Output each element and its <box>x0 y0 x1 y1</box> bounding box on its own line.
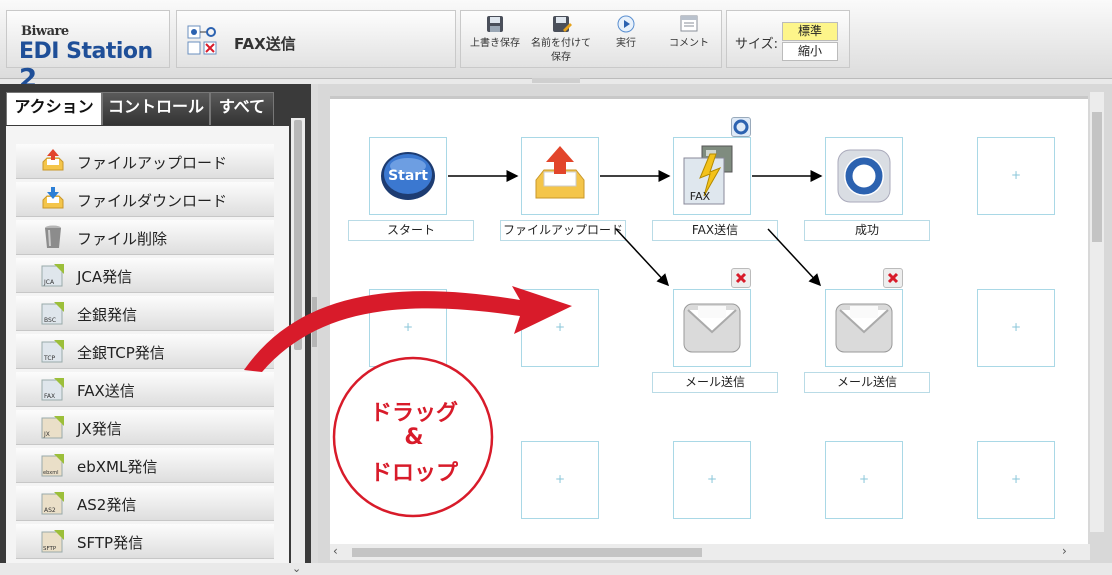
trash-can-icon <box>45 225 61 248</box>
action-item-as2[interactable]: AS2 AS2発信 <box>16 486 274 521</box>
canvas-vertical-scrollbar[interactable] <box>1090 92 1104 532</box>
action-item-jx[interactable]: JX JX発信 <box>16 410 274 445</box>
fax-icon-text: FAX <box>44 393 55 400</box>
scrollbar-thumb[interactable] <box>1092 112 1102 242</box>
panel-splitter[interactable] <box>311 84 318 563</box>
zengin-bsc-icon: BSC <box>41 302 64 325</box>
header-collapse-handle[interactable] <box>532 78 580 83</box>
jx-icon: JX <box>41 416 64 439</box>
action-label: JCA発信 <box>77 268 133 286</box>
action-label: SFTP発信 <box>77 534 144 552</box>
ebxml-icon-text: ebxml <box>43 470 58 476</box>
tcp-icon-text: TCP <box>43 355 56 362</box>
comment-label: コメント <box>669 38 709 49</box>
action-item-file-download[interactable]: ファイルダウンロード <box>16 182 274 217</box>
page-title: FAX送信 <box>234 35 296 53</box>
as2-icon: AS2 <box>41 492 64 515</box>
scroll-left-arrow-icon[interactable]: ‹ <box>333 544 338 558</box>
jca-icon: JCA <box>41 264 64 287</box>
action-item-file-upload[interactable]: ファイルアップロード <box>16 144 274 179</box>
bsc-icon-text: BSC <box>44 317 56 324</box>
drag-drop-text-line1: ドラッグ <box>369 401 458 426</box>
tab-actions[interactable]: アクション <box>6 92 102 125</box>
canvas-horizontal-scrollbar[interactable]: ‹ › <box>330 544 1090 560</box>
action-item-file-delete[interactable]: ファイル削除 <box>16 220 274 255</box>
action-label: FAX送信 <box>77 382 135 400</box>
tab-controls[interactable]: コントロール <box>102 92 210 125</box>
drag-drop-text-line2: & <box>404 425 424 450</box>
flow-canvas-area: Start スタート ファイルアップロード FAX FAX送信 成功 + + +… <box>318 84 1112 563</box>
scrollbar-thumb[interactable] <box>352 548 702 557</box>
action-label: 全銀TCP発信 <box>77 344 165 362</box>
action-label: 全銀発信 <box>77 306 138 324</box>
action-item-ebxml[interactable]: ebxml ebXML発信 <box>16 448 274 483</box>
action-label: ファイル削除 <box>77 230 168 248</box>
logo-product-name: EDI Station <box>19 39 153 64</box>
file-download-icon <box>42 187 64 209</box>
floppy-save-as-icon <box>553 16 572 32</box>
action-label: ファイルアップロード <box>77 154 228 172</box>
run-label: 実行 <box>616 38 636 49</box>
action-item-zengin-tcp[interactable]: TCP 全銀TCP発信 <box>16 334 274 369</box>
scroll-down-arrow-icon[interactable]: ⌄ <box>292 562 301 575</box>
action-item-fax[interactable]: FAX FAX送信 <box>16 372 274 407</box>
size-option-standard[interactable]: 標準 <box>782 22 838 41</box>
save-as-label: 名前を付けて保存 <box>531 38 591 63</box>
connector-upload-to-mail[interactable] <box>615 228 670 287</box>
sftp-icon: SFTP <box>41 530 64 553</box>
flow-design-icon <box>187 25 217 55</box>
size-label: サイズ: <box>735 37 778 52</box>
splitter-handle[interactable] <box>312 297 317 347</box>
jca-icon-text: JCA <box>43 279 55 286</box>
as2-icon-text: AS2 <box>44 507 56 514</box>
title-box <box>176 10 456 68</box>
size-option-reduced[interactable]: 縮小 <box>782 42 838 61</box>
connector-fax-to-mail[interactable] <box>767 228 822 287</box>
scrollbar-thumb[interactable] <box>294 120 302 350</box>
fax-icon: FAX <box>41 378 64 401</box>
action-palette: アクション コントロール すべて ファイルアップロード ファイルダウンロード フ… <box>0 84 311 575</box>
logo-brand: Biware <box>21 24 69 39</box>
header-bar: Biware EDI Station 2 FAX送信 上書き保存 名前を付けて保… <box>0 0 1112 94</box>
jx-icon-text: JX <box>43 431 50 438</box>
action-item-jca[interactable]: JCA JCA発信 <box>16 258 274 293</box>
overwrite-save-label: 上書き保存 <box>470 38 520 49</box>
play-icon <box>617 15 635 33</box>
action-label: JX発信 <box>77 420 122 438</box>
action-list-scrollbar[interactable]: ⌄ <box>291 118 305 575</box>
zengin-tcp-icon: TCP <box>41 340 64 363</box>
scroll-right-arrow-icon[interactable]: › <box>1062 544 1067 558</box>
action-label: ファイルダウンロード <box>77 192 228 210</box>
comment-button[interactable]: コメント <box>660 12 718 66</box>
app-logo: Biware EDI Station 2 <box>6 10 170 94</box>
save-as-button[interactable]: 名前を付けて保存 <box>528 12 594 66</box>
run-button[interactable]: 実行 <box>598 12 654 66</box>
action-item-sftp[interactable]: SFTP SFTP発信 <box>16 524 274 559</box>
action-item-zengin[interactable]: BSC 全銀発信 <box>16 296 274 331</box>
action-label: ebXML発信 <box>77 458 158 476</box>
file-upload-icon <box>42 149 64 171</box>
comment-icon <box>680 15 698 32</box>
floppy-save-icon <box>487 16 503 32</box>
action-label: AS2発信 <box>77 496 137 514</box>
overwrite-save-button[interactable]: 上書き保存 <box>466 12 524 66</box>
action-list: ファイルアップロード ファイルダウンロード ファイル削除 JCA JCA発信 B… <box>6 126 289 563</box>
ebxml-icon: ebxml <box>41 454 64 477</box>
drag-drop-text-line3: ドロップ <box>369 461 458 486</box>
sftp-icon-text: SFTP <box>43 546 57 552</box>
tab-all[interactable]: すべて <box>210 92 274 125</box>
